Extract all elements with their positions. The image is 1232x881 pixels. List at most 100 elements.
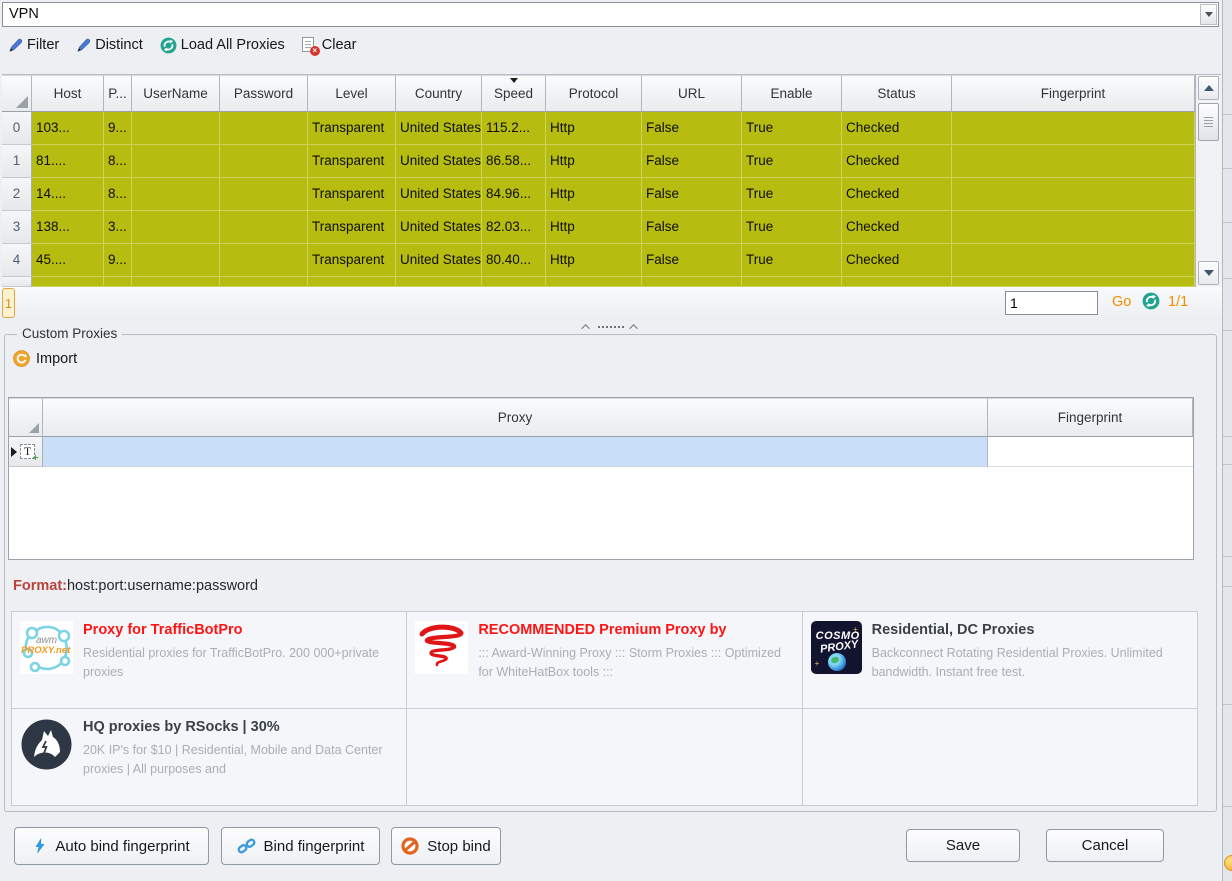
cell-protocol[interactable]: Http: [546, 112, 642, 145]
proxy-input-cell[interactable]: [43, 437, 988, 467]
scroll-down-button[interactable]: [1198, 261, 1219, 285]
cell-port[interactable]: 3...: [104, 211, 132, 244]
cell-password[interactable]: [220, 112, 308, 145]
cell-password[interactable]: [220, 211, 308, 244]
ad-awmproxy[interactable]: awm PROXY.net Proxy for TrafficBotPro Re…: [12, 612, 407, 709]
cell-password[interactable]: [220, 178, 308, 211]
scroll-up-button[interactable]: [1198, 76, 1219, 100]
column-header-username[interactable]: UserName: [132, 75, 220, 112]
ad-storm-proxies[interactable]: RECOMMENDED Premium Proxy by ::: Award-W…: [407, 612, 802, 709]
cell-protocol[interactable]: Http: [546, 211, 642, 244]
cell-username[interactable]: [132, 244, 220, 277]
column-header-country[interactable]: Country: [396, 75, 482, 112]
cell-speed[interactable]: 82.03...: [482, 211, 546, 244]
cell-url[interactable]: False: [642, 145, 742, 178]
cancel-button[interactable]: Cancel: [1046, 829, 1164, 862]
proxy-table-row[interactable]: 445....9...TransparentUnited States80.40…: [2, 244, 1195, 277]
column-header-status[interactable]: Status: [842, 75, 952, 112]
cell-fingerprint[interactable]: [952, 145, 1195, 178]
cell-host[interactable]: 103...: [32, 112, 104, 145]
cell-level[interactable]: Transparent: [308, 178, 396, 211]
cell-protocol[interactable]: Http: [546, 145, 642, 178]
column-header-port[interactable]: P...: [104, 75, 132, 112]
cell-url[interactable]: False: [642, 178, 742, 211]
cell-status[interactable]: Checked: [842, 211, 952, 244]
new-row-indicator[interactable]: T+: [9, 437, 43, 467]
cell-username[interactable]: [132, 145, 220, 178]
cell-country[interactable]: United States: [396, 211, 482, 244]
cell-speed[interactable]: 115.2...: [482, 112, 546, 145]
cell-fingerprint[interactable]: [952, 178, 1195, 211]
save-button[interactable]: Save: [906, 829, 1020, 862]
cell-country[interactable]: United States: [396, 178, 482, 211]
cell-username[interactable]: [132, 178, 220, 211]
cell-port[interactable]: 8...: [104, 145, 132, 178]
ad-title[interactable]: Residential, DC Proxies: [872, 621, 1189, 640]
select-all-corner-cell[interactable]: [2, 75, 32, 112]
proxy-table-row[interactable]: 214....8...TransparentUnited States84.96…: [2, 178, 1195, 211]
cell-enable[interactable]: True: [742, 244, 842, 277]
cell-status[interactable]: Checked: [842, 145, 952, 178]
cell-status[interactable]: Checked: [842, 178, 952, 211]
cell-country[interactable]: United States: [396, 244, 482, 277]
cell-speed[interactable]: 86.58...: [482, 145, 546, 178]
column-header-password[interactable]: Password: [220, 75, 308, 112]
ad-title[interactable]: Proxy for TrafficBotPro: [83, 621, 398, 640]
refresh-pages-button[interactable]: [1142, 292, 1160, 313]
vpn-dropdown-button[interactable]: [1200, 4, 1217, 25]
column-header-url[interactable]: URL: [642, 75, 742, 112]
cell-host[interactable]: 45....: [32, 244, 104, 277]
cell-port[interactable]: 9...: [104, 112, 132, 145]
select-all-corner-cell[interactable]: [9, 398, 43, 437]
cell-level[interactable]: Transparent: [308, 244, 396, 277]
distinct-button[interactable]: Distinct: [76, 37, 143, 53]
cell-enable[interactable]: True: [742, 178, 842, 211]
cell-username[interactable]: [132, 211, 220, 244]
clear-button[interactable]: × Clear: [302, 37, 357, 54]
ad-title[interactable]: HQ proxies by RSocks | 30%: [83, 718, 398, 737]
proxy-table-row[interactable]: 181....8...TransparentUnited States86.58…: [2, 145, 1195, 178]
cell-host[interactable]: 138...: [32, 211, 104, 244]
cell-level[interactable]: Transparent: [308, 112, 396, 145]
go-button[interactable]: Go: [1112, 294, 1131, 310]
cell-speed[interactable]: 80.40...: [482, 244, 546, 277]
cell-username[interactable]: [132, 112, 220, 145]
cell-host[interactable]: 81....: [32, 145, 104, 178]
page-number-input[interactable]: [1005, 291, 1098, 315]
cell-country[interactable]: United States: [396, 112, 482, 145]
column-header-protocol[interactable]: Protocol: [546, 75, 642, 112]
cell-fingerprint[interactable]: [952, 211, 1195, 244]
cell-url[interactable]: False: [642, 112, 742, 145]
scrollbar-thumb[interactable]: [1198, 103, 1219, 141]
load-all-proxies-button[interactable]: Load All Proxies: [160, 37, 285, 54]
proxy-table-row[interactable]: 3138...3...TransparentUnited States82.03…: [2, 211, 1195, 244]
column-header-enable[interactable]: Enable: [742, 75, 842, 112]
column-header-fingerprint[interactable]: Fingerprint: [952, 75, 1195, 112]
cell-protocol[interactable]: Http: [546, 244, 642, 277]
cell-enable[interactable]: True: [742, 211, 842, 244]
cell-host[interactable]: 14....: [32, 178, 104, 211]
cell-port[interactable]: 8...: [104, 178, 132, 211]
cell-enable[interactable]: True: [742, 145, 842, 178]
cell-index[interactable]: 4: [2, 244, 32, 277]
cell-index[interactable]: 1: [2, 145, 32, 178]
current-page-tab[interactable]: 1: [2, 288, 15, 318]
column-header-fingerprint[interactable]: Fingerprint: [988, 398, 1193, 437]
ad-title[interactable]: RECOMMENDED Premium Proxy by: [478, 621, 793, 640]
cell-fingerprint[interactable]: [952, 244, 1195, 277]
column-header-level[interactable]: Level: [308, 75, 396, 112]
cell-url[interactable]: False: [642, 244, 742, 277]
proxy-table-row[interactable]: 0103...9... TransparentUnited States115.2…: [2, 112, 1195, 145]
column-header-speed[interactable]: Speed: [482, 75, 546, 112]
vertical-scrollbar[interactable]: [1195, 75, 1221, 287]
custom-table-new-row[interactable]: T+: [9, 437, 1193, 467]
cell-level[interactable]: Transparent: [308, 211, 396, 244]
fingerprint-cell[interactable]: [988, 437, 1193, 467]
auto-bind-fingerprint-button[interactable]: Auto bind fingerprint: [14, 827, 209, 865]
filter-button[interactable]: Filter: [8, 37, 59, 53]
cell-speed[interactable]: 84.96...: [482, 178, 546, 211]
import-button[interactable]: Import: [13, 350, 77, 367]
cell-index[interactable]: 0: [2, 112, 32, 145]
cell-status[interactable]: Checked: [842, 112, 952, 145]
bind-fingerprint-button[interactable]: Bind fingerprint: [221, 827, 380, 865]
